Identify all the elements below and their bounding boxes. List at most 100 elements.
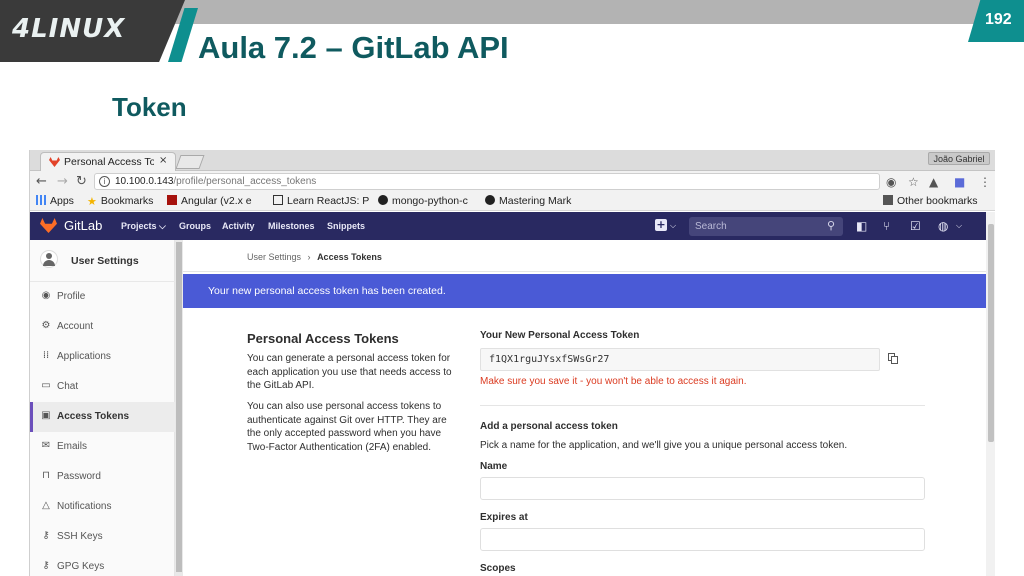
gitlab-navbar: GitLab Projects ⌵ Groups Activity Milest… xyxy=(30,212,986,240)
github-icon xyxy=(378,195,388,205)
sidebar-item-emails[interactable]: ✉ Emails xyxy=(30,432,175,462)
issues-icon[interactable]: ◧ xyxy=(856,219,867,233)
reload-icon[interactable]: ↻ xyxy=(76,174,87,189)
section-title: Personal Access Tokens xyxy=(247,331,399,346)
folder-icon xyxy=(883,195,893,205)
sidebar-item-label: Account xyxy=(57,321,94,332)
breadcrumb-user-settings[interactable]: User Settings xyxy=(247,252,301,262)
chat-icon: ▭ xyxy=(41,380,51,391)
extension-icon[interactable]: ◉ xyxy=(886,175,896,189)
new-plus-icon[interactable]: + xyxy=(655,219,667,231)
sidebar-header[interactable]: User Settings xyxy=(30,240,175,282)
key-icon: ⚷ xyxy=(42,530,50,541)
gitlab-brand[interactable]: GitLab xyxy=(64,218,102,233)
search-placeholder: Search xyxy=(695,221,727,232)
sidebar-title: User Settings xyxy=(71,255,139,267)
token-form-column: Your New Personal Access Token f1QX1rguJ… xyxy=(480,240,925,576)
bookmark-apps[interactable]: Apps xyxy=(36,195,74,207)
sidebar-item-label: Password xyxy=(57,471,101,482)
sidebar-item-label: Applications xyxy=(57,351,111,362)
browser-tab-title: Personal Access To xyxy=(64,156,154,168)
token-warning: Make sure you save it - you won't be abl… xyxy=(480,376,747,387)
user-avatar-icon[interactable]: ◍ xyxy=(938,219,948,233)
translate-extension-icon[interactable]: ■ xyxy=(954,175,965,189)
bookmark-mongo-python[interactable]: mongo-python-c xyxy=(378,195,478,207)
sidebar-scrollbar[interactable] xyxy=(175,240,183,576)
breadcrumb-current[interactable]: Access Tokens xyxy=(317,252,382,262)
settings-sidebar: User Settings ◉ Profile ⚙ Account ⁞⁞ App… xyxy=(30,240,175,576)
token-name-input[interactable] xyxy=(480,477,925,500)
sidebar-item-password[interactable]: ⊓ Password xyxy=(30,462,175,492)
breadcrumb: User Settings › Access Tokens xyxy=(247,252,382,262)
form-divider xyxy=(480,405,925,406)
new-token-field[interactable]: f1QX1rguJYsxfSWsGr27 xyxy=(480,348,880,371)
gitlab-favicon-icon xyxy=(49,157,60,167)
browser-profile-button[interactable]: João Gabriel xyxy=(928,152,990,165)
chevron-down-icon[interactable]: ⌵ xyxy=(670,221,676,231)
browser-tab[interactable]: Personal Access To × xyxy=(40,152,176,171)
nav-snippets[interactable]: Snippets xyxy=(327,221,365,231)
merge-requests-icon[interactable]: ⑂ xyxy=(883,219,890,233)
page-scrollbar-thumb[interactable] xyxy=(988,224,994,442)
bookmark-star-icon[interactable]: ☆ xyxy=(908,175,919,189)
page-number: 192 xyxy=(985,11,1012,28)
apps-grid-icon xyxy=(36,195,46,205)
new-token-label: Your New Personal Access Token xyxy=(480,330,640,341)
sidebar-item-gpg-keys[interactable]: ⚷ GPG Keys xyxy=(30,552,175,576)
scopes-label: Scopes xyxy=(480,563,516,574)
page-scrollbar[interactable] xyxy=(986,212,995,576)
add-token-title: Add a personal access token xyxy=(480,421,618,432)
sidebar-item-chat[interactable]: ▭ Chat xyxy=(30,372,175,402)
nav-activity[interactable]: Activity xyxy=(222,221,255,231)
section-description-2: You can also use personal access tokens … xyxy=(247,401,447,453)
chevron-down-icon[interactable]: ⌵ xyxy=(956,221,962,231)
nav-groups[interactable]: Groups xyxy=(179,221,211,231)
sidebar-item-profile[interactable]: ◉ Profile xyxy=(30,282,175,312)
sidebar-item-label: Access Tokens xyxy=(57,411,130,422)
gpg-key-icon: ⚷ xyxy=(42,560,50,571)
flash-notice-text: Your new personal access token has been … xyxy=(208,285,446,297)
sidebar-item-notifications[interactable]: △ Notifications xyxy=(30,492,175,522)
sidebar-item-label: Chat xyxy=(57,381,79,392)
browser-tabstrip: Personal Access To × João Gabriel xyxy=(30,150,995,171)
search-input[interactable]: Search ⚲ xyxy=(689,217,843,236)
browser-window: Personal Access To × João Gabriel ← → ↻ … xyxy=(29,150,995,576)
access-tokens-icon: ▣ xyxy=(41,410,51,421)
forward-arrow-icon[interactable]: → xyxy=(57,174,68,189)
sidebar-item-label: Notifications xyxy=(57,501,112,512)
bookmark-mastering-markdown[interactable]: Mastering Mark xyxy=(485,195,583,207)
search-icon: ⚲ xyxy=(827,219,836,232)
sidebar-item-label: GPG Keys xyxy=(57,561,105,572)
sidebar-scrollbar-thumb[interactable] xyxy=(176,242,182,572)
extension-now-icon[interactable]: ▲ xyxy=(929,175,938,189)
close-tab-icon[interactable]: × xyxy=(159,155,167,166)
expires-at-label: Expires at xyxy=(480,512,528,523)
browser-menu-icon[interactable]: ⋮ xyxy=(979,175,991,189)
star-folder-icon: ★ xyxy=(87,196,97,208)
slide-title: Aula 7.2 – GitLab API xyxy=(198,30,509,65)
other-bookmarks[interactable]: Other bookmarks xyxy=(883,195,978,207)
bookmark-learn-reactjs[interactable]: Learn ReactJS: P xyxy=(273,195,369,207)
bookmarks-bar: Apps ★ Bookmarks Angular (v2.x e v Learn … xyxy=(30,193,995,211)
copy-clipboard-icon[interactable] xyxy=(888,353,900,365)
todos-icon[interactable]: ☑ xyxy=(910,219,921,233)
sidebar-item-account[interactable]: ⚙ Account xyxy=(30,312,175,342)
new-tab-button[interactable] xyxy=(175,155,205,169)
nav-projects[interactable]: Projects ⌵ xyxy=(121,221,166,232)
sidebar-item-ssh-keys[interactable]: ⚷ SSH Keys xyxy=(30,522,175,552)
expires-at-input[interactable] xyxy=(480,528,925,551)
bookmark-angular[interactable]: Angular (v2.x e v xyxy=(167,195,252,207)
nav-milestones[interactable]: Milestones xyxy=(268,221,315,231)
url-host: 10.100.0.143 xyxy=(115,176,174,187)
sidebar-item-access-tokens[interactable]: ▣ Access Tokens xyxy=(30,402,175,432)
site-info-icon[interactable]: i xyxy=(99,176,110,187)
back-arrow-icon[interactable]: ← xyxy=(36,174,47,189)
gitlab-logo-icon[interactable] xyxy=(40,218,57,233)
address-bar[interactable]: i 10.100.0.143/profile/personal_access_t… xyxy=(94,173,880,190)
bookmark-bookmarks[interactable]: ★ Bookmarks xyxy=(87,195,153,208)
section-description-1: You can generate a personal access token… xyxy=(247,353,452,391)
main-content: User Settings › Access Tokens Your new p… xyxy=(183,240,986,576)
sidebar-item-applications[interactable]: ⁞⁞ Applications xyxy=(30,342,175,372)
browser-toolbar: ← → ↻ i 10.100.0.143/profile/personal_ac… xyxy=(30,171,995,193)
address-url: 10.100.0.143/profile/personal_access_tok… xyxy=(115,176,316,187)
